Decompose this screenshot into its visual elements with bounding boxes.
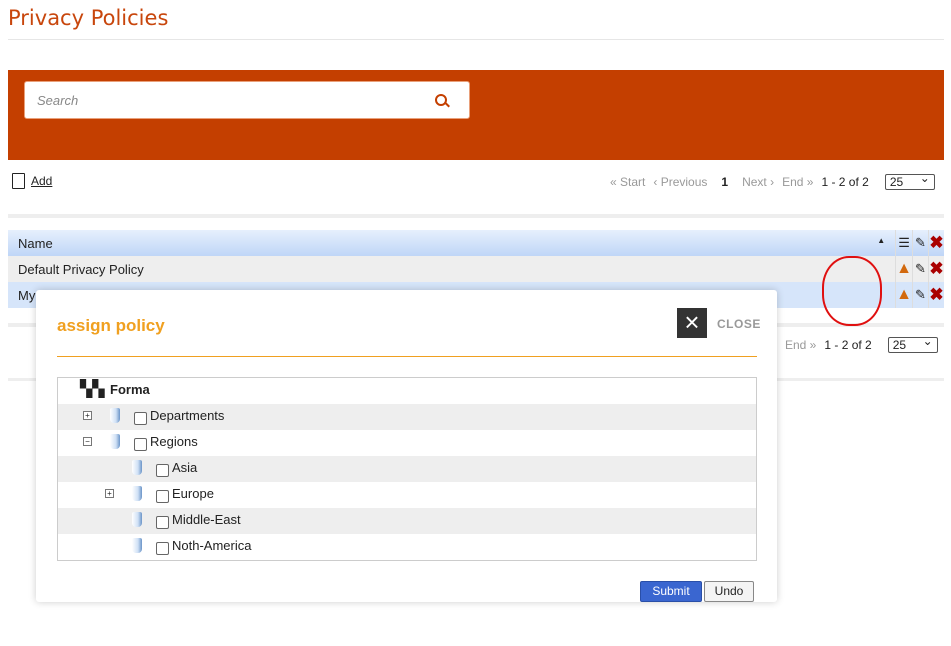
collapse-icon[interactable]: −: [83, 437, 92, 446]
row-name[interactable]: Default Privacy Policy: [8, 256, 896, 282]
folder-icon: [110, 408, 120, 423]
pager-range: 1 - 2 of 2: [824, 338, 872, 352]
assign-policy-dialog: assign policy × CLOSE ▚▚ Forma + Departm…: [36, 290, 777, 602]
annotation-circle: [822, 256, 882, 326]
tree-node[interactable]: Asia: [58, 456, 756, 482]
pager-bottom: End » 1 - 2 of 2 25: [785, 334, 938, 353]
warning-icon[interactable]: ▲: [895, 256, 913, 282]
checkbox[interactable]: [134, 438, 147, 451]
close-icon[interactable]: ×: [677, 308, 707, 338]
checkbox[interactable]: [156, 490, 169, 503]
checkbox[interactable]: [156, 542, 169, 555]
close-button[interactable]: CLOSE: [717, 317, 761, 331]
tree-root-label: Forma: [110, 382, 150, 397]
checkbox[interactable]: [134, 412, 147, 425]
table-header: Name ▲ ☰ ✎ ✖: [8, 230, 944, 256]
pager-end[interactable]: End »: [785, 338, 816, 352]
edit-icon[interactable]: ✎: [912, 256, 929, 282]
pager-end[interactable]: End »: [782, 175, 813, 189]
tree-node[interactable]: + Departments: [58, 404, 756, 430]
divider: [57, 356, 757, 357]
add-button[interactable]: Add: [12, 173, 52, 189]
pager-current: 1: [721, 175, 729, 189]
add-document-icon: [12, 173, 25, 189]
tree-node-label[interactable]: Asia: [172, 460, 197, 475]
checkbox[interactable]: [156, 464, 169, 477]
tree-node[interactable]: + Europe: [58, 482, 756, 508]
org-tree: ▚▚ Forma + Departments − Regions Asia + …: [57, 377, 757, 561]
add-label: Add: [31, 174, 53, 188]
pager-top: « Start ‹ Previous 1 Next › End » 1 - 2 …: [610, 171, 935, 190]
page-size-select[interactable]: 25: [887, 334, 938, 353]
delete-icon[interactable]: ✖: [928, 282, 944, 308]
undo-button[interactable]: Undo: [704, 581, 754, 602]
tree-node-label[interactable]: Regions: [150, 434, 198, 449]
delete-icon[interactable]: ✖: [928, 256, 944, 282]
expand-icon[interactable]: +: [83, 411, 92, 420]
folder-icon: [110, 434, 120, 449]
divider: [8, 39, 944, 40]
tree-root: ▚▚ Forma: [58, 378, 756, 404]
search-icon[interactable]: [435, 94, 447, 106]
folder-icon: [132, 486, 142, 501]
pager-start[interactable]: « Start: [610, 175, 645, 189]
tree-node[interactable]: Noth-America: [58, 534, 756, 560]
tree-node-label[interactable]: Departments: [150, 408, 224, 423]
grid-icon: ▚▚: [80, 381, 105, 398]
folder-icon: [132, 512, 142, 527]
page-size-select[interactable]: 25: [884, 171, 935, 190]
search-placeholder: Search: [37, 93, 79, 108]
tree-node[interactable]: Middle-East: [58, 508, 756, 534]
warning-icon[interactable]: ▲: [895, 282, 913, 308]
tree-node-label[interactable]: Noth-America: [172, 538, 251, 553]
list-icon[interactable]: ☰: [895, 230, 913, 256]
folder-icon: [132, 460, 142, 475]
tree-node-label[interactable]: Europe: [172, 486, 214, 501]
pager-previous[interactable]: ‹ Previous: [653, 175, 707, 189]
tree-node[interactable]: − Regions: [58, 430, 756, 456]
delete-icon[interactable]: ✖: [928, 230, 944, 256]
name-column-header[interactable]: Name ▲: [8, 230, 896, 256]
pager-next[interactable]: Next ›: [742, 175, 774, 189]
search-input[interactable]: Search: [24, 81, 470, 119]
page-title: Privacy Policies: [8, 6, 169, 30]
checkbox[interactable]: [156, 516, 169, 529]
submit-button[interactable]: Submit: [640, 581, 702, 602]
folder-icon: [132, 538, 142, 553]
table-row[interactable]: Default Privacy Policy ▲ ✎ ✖: [8, 256, 944, 282]
expand-icon[interactable]: +: [105, 489, 114, 498]
dialog-title: assign policy: [57, 316, 165, 335]
pager-range: 1 - 2 of 2: [821, 175, 869, 189]
edit-icon[interactable]: ✎: [912, 282, 929, 308]
divider: [8, 214, 944, 218]
tree-node-label[interactable]: Middle-East: [172, 512, 241, 527]
edit-icon[interactable]: ✎: [912, 230, 929, 256]
